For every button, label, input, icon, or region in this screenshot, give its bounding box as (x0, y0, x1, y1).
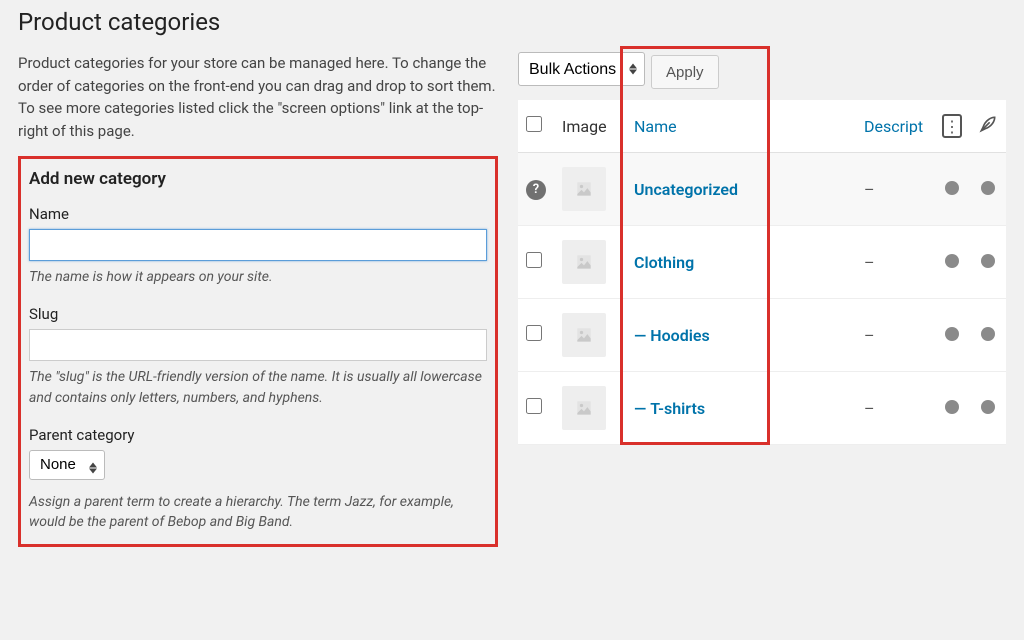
slug-label: Slug (29, 305, 487, 323)
row-checkbox-cell (518, 226, 554, 299)
parent-select[interactable]: None (29, 450, 105, 480)
row-name-cell: Clothing (626, 226, 856, 299)
row-description-cell: – (856, 226, 934, 299)
header-name[interactable]: Name (626, 100, 856, 153)
categories-table: Image Name Descript ⋮ ?Uncategorized–Clo… (518, 100, 1006, 445)
image-placeholder-icon (562, 313, 606, 357)
slug-help: The "slug" is the URL-friendly version o… (29, 367, 487, 408)
row-action-cell (970, 299, 1006, 372)
slug-input[interactable] (29, 329, 487, 361)
row-action-cell (970, 372, 1006, 445)
row-count-cell (934, 299, 970, 372)
row-checkbox-cell: ? (518, 153, 554, 226)
row-description-cell: – (856, 372, 934, 445)
row-name-cell: —T-shirts (626, 372, 856, 445)
image-placeholder-icon (562, 240, 606, 284)
intro-text: Product categories for your store can be… (18, 52, 498, 142)
row-image-cell (554, 299, 626, 372)
row-description-cell: – (856, 153, 934, 226)
name-label: Name (29, 205, 487, 223)
table-row: —T-shirts– (518, 372, 1006, 445)
row-name-cell: Uncategorized (626, 153, 856, 226)
row-count-cell (934, 372, 970, 445)
feather-icon (978, 114, 998, 134)
header-count-icon[interactable]: ⋮ (934, 100, 970, 153)
parent-label: Parent category (29, 426, 487, 444)
category-link[interactable]: Uncategorized (634, 180, 738, 199)
row-checkbox-cell (518, 372, 554, 445)
row-description-cell: – (856, 299, 934, 372)
dot-icon (945, 181, 959, 195)
row-image-cell (554, 226, 626, 299)
dot-icon (981, 327, 995, 341)
table-row: Clothing – (518, 226, 1006, 299)
add-category-form: Add new category Name The name is how it… (18, 156, 498, 547)
table-row: —Hoodies– (518, 299, 1006, 372)
row-count-cell (934, 226, 970, 299)
category-link[interactable]: Hoodies (650, 326, 709, 345)
indent-dash: — (634, 399, 646, 418)
apply-button[interactable]: Apply (651, 55, 719, 89)
categories-table-wrap: Image Name Descript ⋮ ?Uncategorized–Clo… (518, 100, 1006, 445)
form-title: Add new category (29, 169, 487, 189)
row-action-cell (970, 226, 1006, 299)
row-image-cell (554, 153, 626, 226)
dot-icon (981, 254, 995, 268)
image-placeholder-icon (562, 167, 606, 211)
dot-icon (945, 254, 959, 268)
row-checkbox[interactable] (526, 252, 542, 268)
table-row: ? Uncategorized – (518, 153, 1006, 226)
header-description[interactable]: Descript (856, 100, 934, 153)
dot-icon (945, 400, 959, 414)
row-image-cell (554, 372, 626, 445)
row-count-cell (934, 153, 970, 226)
header-image: Image (554, 100, 626, 153)
row-action-cell (970, 153, 1006, 226)
indent-dash: — (634, 326, 646, 345)
image-placeholder-icon (562, 386, 606, 430)
help-icon[interactable]: ? (526, 180, 546, 200)
row-name-cell: —Hoodies (626, 299, 856, 372)
category-link[interactable]: T-shirts (650, 399, 705, 418)
bulk-actions-select[interactable]: Bulk Actions (518, 52, 645, 86)
row-checkbox-cell (518, 299, 554, 372)
dot-icon (981, 400, 995, 414)
category-link[interactable]: Clothing (634, 253, 694, 272)
row-checkbox[interactable] (526, 325, 542, 341)
name-input[interactable] (29, 229, 487, 261)
page-title: Product categories (18, 8, 1006, 36)
header-feather-icon[interactable] (970, 100, 1006, 153)
row-checkbox[interactable] (526, 398, 542, 414)
select-all-checkbox[interactable] (526, 116, 542, 132)
name-help: The name is how it appears on your site. (29, 267, 487, 287)
header-checkbox-cell (518, 100, 554, 153)
parent-help: Assign a parent term to create a hierarc… (29, 492, 487, 533)
dot-icon (945, 327, 959, 341)
dot-icon (981, 181, 995, 195)
